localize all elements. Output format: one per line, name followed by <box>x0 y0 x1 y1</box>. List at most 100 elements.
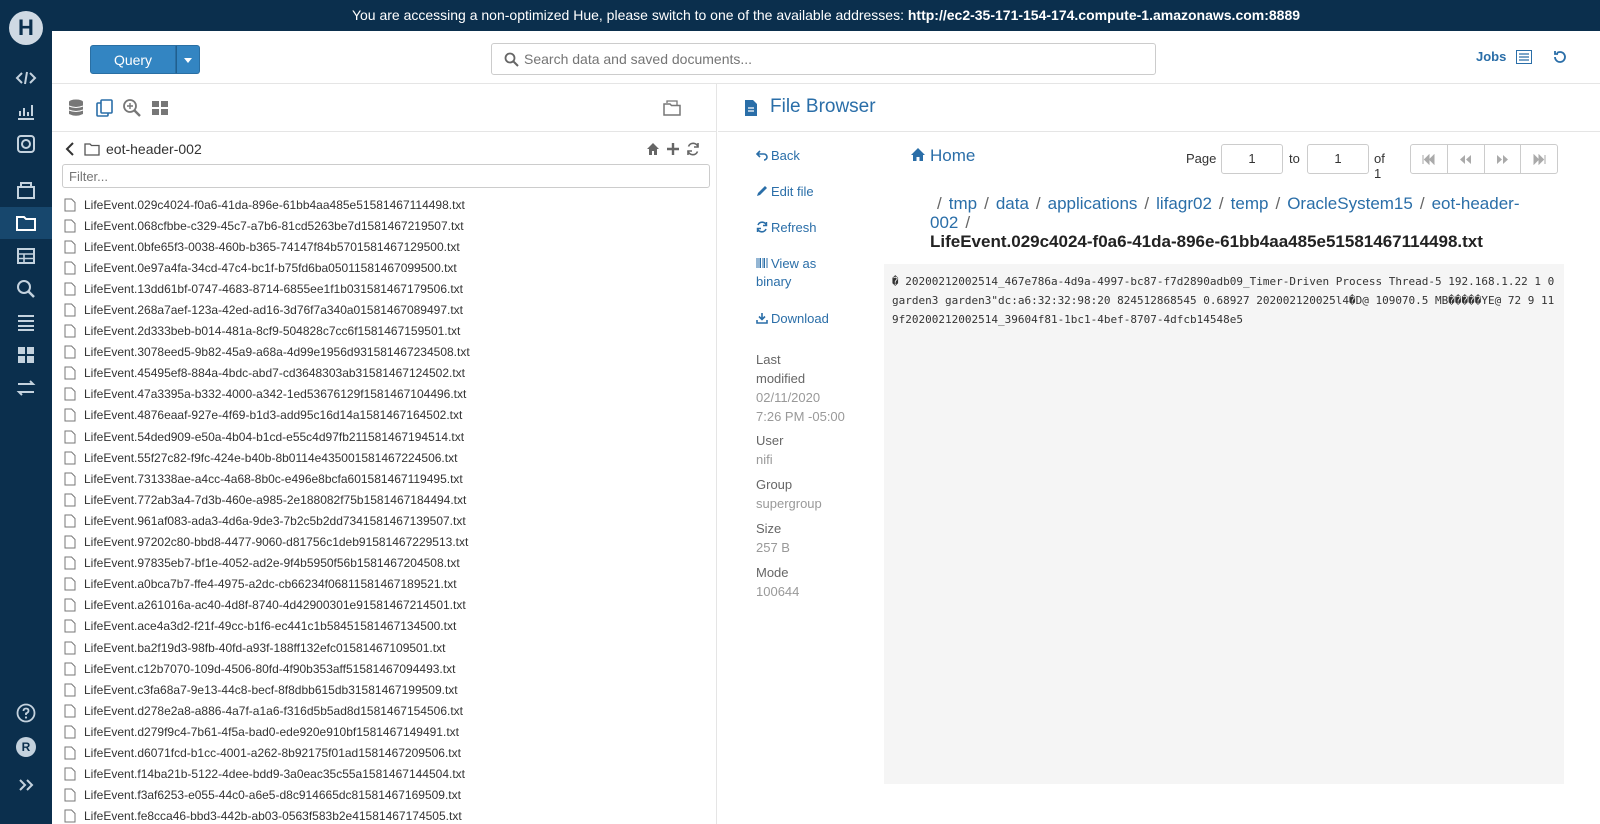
home-link[interactable]: Home <box>910 146 975 166</box>
file-name: LifeEvent.268a7aef-123a-42ed-ad16-3d76f7… <box>84 303 463 318</box>
chevron-left-icon[interactable] <box>64 142 76 156</box>
page-to-input[interactable]: 1 <box>1307 144 1369 174</box>
file-icon <box>64 556 76 570</box>
file-name: LifeEvent.d6071fcd-b1cc-4001-a262-8b9217… <box>84 745 461 760</box>
first-page-button[interactable] <box>1411 145 1448 173</box>
current-folder-name: eot-header-002 <box>106 141 202 157</box>
breadcrumb-item[interactable]: OracleSystem15 <box>1287 194 1413 213</box>
search-icon <box>504 52 519 67</box>
file-list-item[interactable]: LifeEvent.2d333beb-b014-481a-8cf9-504828… <box>64 321 704 342</box>
file-list-item[interactable]: LifeEvent.268a7aef-123a-42ed-ad16-3d76f7… <box>64 299 704 320</box>
file-list-item[interactable]: LifeEvent.d279f9c4-7b61-4f5a-bad0-ede920… <box>64 721 704 742</box>
file-list-item[interactable]: LifeEvent.97202c80-bbd8-4477-9060-d81756… <box>64 532 704 553</box>
jobs-list-icon[interactable] <box>1516 50 1532 64</box>
filter-input[interactable] <box>62 164 710 188</box>
search-input[interactable] <box>524 44 1144 74</box>
breadcrumb-item[interactable]: tmp <box>949 194 977 213</box>
home-icon[interactable] <box>646 142 660 156</box>
breadcrumb-item[interactable]: lifagr02 <box>1156 194 1212 213</box>
plus-icon[interactable] <box>666 142 680 156</box>
file-list-item[interactable]: LifeEvent.97835eb7-bf1e-4052-ad2e-9f4b59… <box>64 553 704 574</box>
hue-logo[interactable]: H <box>0 0 52 56</box>
jobs-link[interactable]: Jobs <box>1476 49 1506 64</box>
file-list-item[interactable]: LifeEvent.fe8cca46-bbd3-442b-ab03-0563f5… <box>64 806 704 824</box>
edit-file-button[interactable]: Edit file <box>756 183 814 201</box>
assist-header: eot-header-002 <box>62 140 707 160</box>
page-from-input[interactable]: 1 <box>1221 144 1283 174</box>
file-icon <box>64 493 76 507</box>
apps-grid-icon[interactable] <box>0 339 52 371</box>
file-list-item[interactable]: LifeEvent.d6071fcd-b1cc-4001-a262-8b9217… <box>64 742 704 763</box>
breadcrumb-separator: / <box>1275 194 1281 213</box>
file-list-item[interactable]: LifeEvent.ba2f19d3-98fb-40fd-a93f-188ff1… <box>64 637 704 658</box>
file-icon <box>64 641 76 655</box>
global-search[interactable] <box>491 43 1156 75</box>
file-list-item[interactable]: LifeEvent.0bfe65f3-0038-460b-b365-74147f… <box>64 236 704 257</box>
file-list-item[interactable]: LifeEvent.0e97a4fa-34cd-47c4-bc1f-b75fd6… <box>64 257 704 278</box>
dashboard-chart-icon[interactable] <box>0 95 52 127</box>
banner-address-link[interactable]: http://ec2-35-171-154-174.compute-1.amaz… <box>908 7 1300 23</box>
file-list-item[interactable]: LifeEvent.c12b7070-109d-4506-80fd-4f90b3… <box>64 658 704 679</box>
search-docs-icon[interactable] <box>122 98 142 118</box>
next-page-button[interactable] <box>1485 145 1522 173</box>
user-avatar[interactable]: R <box>0 731 52 763</box>
file-list-item[interactable]: LifeEvent.3078eed5-9b82-45a9-a68a-4d99e1… <box>64 342 704 363</box>
group-label: Group <box>756 477 793 492</box>
apps-tiles-icon[interactable] <box>150 98 170 118</box>
file-list-item[interactable]: LifeEvent.068cfbbe-c329-45c7-a7b6-81cd52… <box>64 215 704 236</box>
file-list-item[interactable]: LifeEvent.772ab3a4-7d3b-460e-a985-2e1880… <box>64 489 704 510</box>
refresh-button[interactable]: Refresh <box>756 219 817 237</box>
rewind-icon <box>1460 154 1472 164</box>
file-name: LifeEvent.d278e2a8-a886-4a7f-a1a6-f316d5… <box>84 703 463 718</box>
file-name: LifeEvent.731338ae-a4cc-4a68-8b0c-e496e8… <box>84 471 463 486</box>
query-button[interactable]: Query <box>90 45 176 74</box>
file-list-item[interactable]: LifeEvent.47a3395a-b332-4000-a342-1ed536… <box>64 384 704 405</box>
files-folder-icon[interactable] <box>0 207 52 239</box>
history-icon[interactable] <box>1552 49 1568 65</box>
file-list-item[interactable]: LifeEvent.55f27c82-f9fc-424e-b40b-8b0114… <box>64 447 704 468</box>
breadcrumb-item[interactable]: data <box>996 194 1029 213</box>
jobs-search-icon[interactable] <box>0 273 52 305</box>
previous-page-button[interactable] <box>1448 145 1485 173</box>
view-as-binary-button[interactable]: View as binary <box>756 255 816 291</box>
back-button[interactable]: Back <box>755 147 800 165</box>
query-dropdown-caret[interactable] <box>176 45 200 74</box>
file-list-item[interactable]: LifeEvent.c3fa68a7-9e13-44c8-becf-8f8dbb… <box>64 679 704 700</box>
last-modified-label: Last modified <box>756 352 806 386</box>
file-list-item[interactable]: LifeEvent.54ded909-e50a-4b04-b1cd-e55c4d… <box>64 426 704 447</box>
page-to-label: to <box>1289 151 1300 166</box>
file-list-item[interactable]: LifeEvent.45495ef8-884a-4bdc-abd7-cd3648… <box>64 363 704 384</box>
import-arrows-icon[interactable] <box>0 372 52 404</box>
file-list-item[interactable]: LifeEvent.13dd61bf-0747-4683-8714-6855ee… <box>64 278 704 299</box>
breadcrumb-item[interactable]: applications <box>1048 194 1138 213</box>
editor-icon[interactable] <box>0 62 52 94</box>
file-list-item[interactable]: LifeEvent.d278e2a8-a886-4a7f-a1a6-f316d5… <box>64 700 704 721</box>
open-folder-icon[interactable] <box>662 98 682 118</box>
file-list-item[interactable]: LifeEvent.ace4a3d2-f21f-49cc-b1f6-ec441c… <box>64 616 704 637</box>
file-list-item[interactable]: LifeEvent.f3af6253-e055-44c0-a6e5-d8c914… <box>64 785 704 806</box>
indexes-icon[interactable] <box>0 306 52 338</box>
file-list-item[interactable]: LifeEvent.4876eaaf-927e-4f69-b1d3-add95c… <box>64 405 704 426</box>
download-button[interactable]: Download <box>756 310 829 328</box>
breadcrumb-item[interactable]: temp <box>1231 194 1269 213</box>
help-icon[interactable] <box>0 697 52 729</box>
documents-icon[interactable] <box>0 174 52 206</box>
database-icon[interactable] <box>66 98 86 118</box>
expand-nav-icon[interactable] <box>0 769 52 801</box>
hdfs-files-icon[interactable] <box>94 98 114 118</box>
file-list-item[interactable]: LifeEvent.f14ba21b-5122-4dee-bdd9-3a0eac… <box>64 764 704 785</box>
file-list-item[interactable]: LifeEvent.a0bca7b7-ffe4-4975-a2dc-cb6623… <box>64 574 704 595</box>
file-icon <box>64 408 76 422</box>
tables-icon[interactable] <box>0 240 52 272</box>
file-list-item[interactable]: LifeEvent.a261016a-ac40-4d8f-8740-4d4290… <box>64 595 704 616</box>
file-list-item[interactable]: LifeEvent.961af083-ada3-4d6a-9de3-7b2c5b… <box>64 510 704 531</box>
scheduler-icon[interactable] <box>0 128 52 160</box>
refresh-icon[interactable] <box>686 142 700 156</box>
file-list-item[interactable]: LifeEvent.731338ae-a4cc-4a68-8b0c-e496e8… <box>64 468 704 489</box>
last-page-button[interactable] <box>1521 145 1557 173</box>
file-name: LifeEvent.4876eaaf-927e-4f69-b1d3-add95c… <box>84 408 463 423</box>
mode-label: Mode <box>756 565 789 580</box>
view-as-binary-label-1: View as <box>771 256 817 271</box>
file-name: LifeEvent.13dd61bf-0747-4683-8714-6855ee… <box>84 281 463 296</box>
file-list-item[interactable]: LifeEvent.029c4024-f0a6-41da-896e-61bb4a… <box>64 194 704 215</box>
